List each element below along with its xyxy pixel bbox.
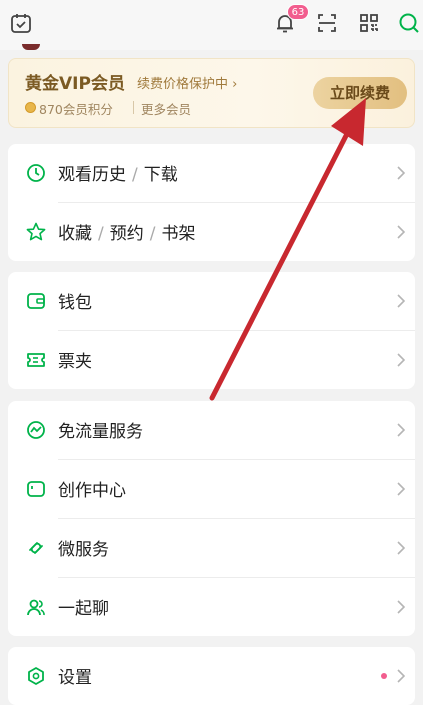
menu-item-wallet[interactable]: 钱包 [8,272,415,330]
chat-people-icon [27,599,45,616]
menu-item-favorites[interactable]: 收藏 / 预约 / 书架 [8,203,415,261]
menu-item-chat-together[interactable]: 一起聊 [8,578,415,636]
menu-label: 观看历史 / 下载 [58,165,178,185]
menu-label: 钱包 [58,293,92,313]
menu-item-tickets[interactable]: 票夹 [8,331,415,389]
menu-section-settings: 设置 [8,647,415,705]
scan-icon[interactable] [314,10,340,36]
ticket-icon [27,353,45,367]
vip-card[interactable]: 黄金VIP会员 续费价格保护中 › 870会员积分 更多会员 立即续费 [8,58,415,128]
history-link[interactable]: 观看历史 [58,165,126,185]
settings-icon [28,667,44,685]
clock-icon [27,164,45,182]
star-icon [26,222,46,241]
menu-label: 免流量服务 [58,422,143,442]
avatar[interactable] [22,44,40,50]
notification-badge: 63 [287,4,309,20]
vip-points[interactable]: 870会员积分 [39,99,113,118]
search-icon[interactable] [396,10,422,36]
menu-section-history: 观看历史 / 下载 收藏 / 预约 / 书架 [8,144,415,261]
chevron-right-icon [397,294,405,308]
chevron-right-icon [397,600,405,614]
calendar-check-icon[interactable] [8,10,34,36]
micro-service-icon [29,542,43,554]
traffic-icon [27,421,45,439]
menu-label: 微服务 [58,540,109,560]
renew-button[interactable]: 立即续费 [313,77,407,109]
chevron-right-icon [397,353,405,367]
top-bar: 63 [0,0,423,50]
menu-label: 一起聊 [58,599,109,619]
vip-title: 黄金VIP会员 [25,74,125,94]
chevron-right-icon [397,541,405,555]
qr-code-icon[interactable] [356,10,382,36]
chevron-right-icon [397,482,405,496]
menu-label: 收藏 / 预约 / 书架 [58,224,196,244]
menu-item-free-traffic[interactable]: 免流量服务 [8,401,415,459]
creator-icon [27,481,45,497]
divider [133,101,134,114]
download-link[interactable]: 下载 [144,165,178,185]
chevron-right-icon [397,166,405,180]
menu-item-micro-service[interactable]: 微服务 [8,519,415,577]
reservations-link[interactable]: 预约 [110,224,144,244]
chevron-right-icon [397,669,405,683]
menu-item-history-download[interactable]: 观看历史 / 下载 [8,144,415,202]
bookshelf-link[interactable]: 书架 [161,224,195,244]
wallet-icon [27,293,45,309]
menu-section-wallet: 钱包 票夹 [8,272,415,389]
favorites-link[interactable]: 收藏 [58,224,92,244]
menu-section-services: 免流量服务 创作中心 微服务 一起聊 [8,401,415,636]
more-memberships-link[interactable]: 更多会员 [141,99,191,118]
menu-item-creator-center[interactable]: 创作中心 [8,460,415,518]
vip-price-protection-link[interactable]: 续费价格保护中 › [137,73,237,92]
chevron-right-icon [397,423,405,437]
menu-item-settings[interactable]: 设置 [8,647,415,705]
chevron-right-icon [397,225,405,239]
coin-icon [25,102,36,113]
menu-label: 创作中心 [58,481,126,501]
new-indicator-dot [381,673,387,679]
menu-label: 票夹 [58,352,92,372]
